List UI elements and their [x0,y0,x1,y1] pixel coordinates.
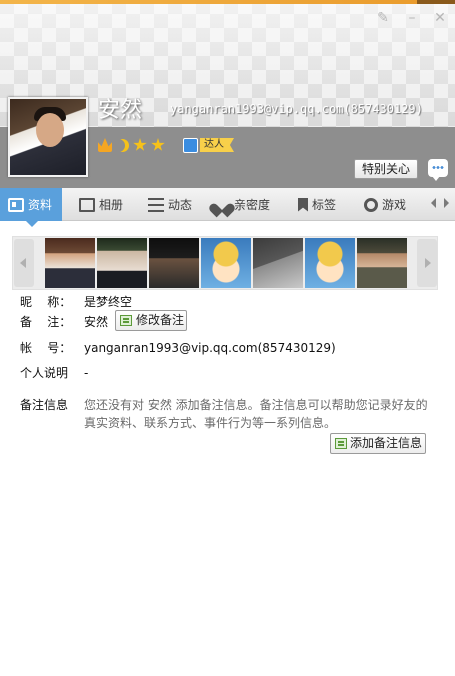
tab-label: 资料 [28,198,53,212]
tab-intimacy[interactable]: 亲密度 [214,188,270,221]
badge-tag: 达人 [200,138,234,152]
photo-next-button[interactable] [417,239,437,287]
bio-label: 个人说明 [20,366,69,380]
star-icon [133,138,147,151]
photo-thumb[interactable] [149,238,199,288]
photo-prev-button[interactable] [14,239,34,287]
badge-icon [183,137,198,153]
photo-strip [12,236,438,290]
remark-info-text: 您还没有对 安然 添加备注信息。备注信息可以帮助您记录好友的真实资料、联系方式、… [84,398,428,430]
tab-games[interactable]: 游戏 [364,188,406,221]
bio-value: - [84,366,89,380]
edit-remark-label: 修改备注 [136,313,185,327]
corner-decoration [417,0,455,4]
tab-label: 相册 [99,198,124,212]
photo-thumb[interactable] [357,238,407,288]
heart-icon [214,198,230,212]
add-remark-label: 添加备注信息 [350,436,423,450]
nickname-label: 昵 称： [20,295,72,309]
tab-profile[interactable]: 资料 [0,188,63,221]
avatar[interactable] [8,97,88,177]
level-icons[interactable] [98,137,165,153]
edit-icon [120,315,132,326]
add-remark-button[interactable]: 添加备注信息 [330,433,426,454]
close-icon[interactable]: ✕ [432,10,448,26]
tab-tags[interactable]: 标签 [298,188,336,221]
tab-album[interactable]: 相册 [79,188,123,221]
tab-label: 动态 [168,198,193,212]
star-icon [151,138,165,151]
photo-thumb[interactable] [45,238,95,288]
expert-badge[interactable]: 达人 [183,137,234,153]
top-accent-strip [0,0,455,4]
active-tab-pointer [26,221,38,227]
chat-bubble-icon[interactable] [428,159,448,181]
special-care-button[interactable]: 特别关心 [354,159,418,179]
tabs-scroll-right-icon[interactable] [444,198,449,208]
album-icon [79,197,95,212]
nickname-value: 是梦终空 [84,295,133,309]
tab-feed[interactable]: 动态 [148,188,192,221]
photo-thumb[interactable] [97,238,147,288]
display-name: 安然 [98,98,143,123]
edit-remark-button[interactable]: 修改备注 [115,310,187,331]
tab-label: 标签 [312,198,337,212]
tab-bar: 资料 相册 动态 亲密度 标签 游戏 [0,188,455,221]
account-value: yanganran1993@vip.qq.com(857430129) [84,341,336,355]
minimize-icon[interactable]: – [404,10,420,26]
game-icon [364,197,378,212]
skin-icon[interactable]: ✎ [375,10,391,26]
moon-icon [116,139,129,152]
tab-label: 亲密度 [234,198,271,212]
tabs-scroll-left-icon[interactable] [431,198,436,208]
remark-info-label: 备注信息 [20,398,69,412]
arrow-left-icon [20,258,26,268]
account-header-text: yanganran1993@vip.qq.com(857430129) [170,102,423,116]
profile-card-icon [8,197,24,212]
crown-icon [98,138,112,152]
arrow-right-icon [425,258,431,268]
feed-list-icon [148,197,164,212]
account-label: 帐 号： [20,341,72,355]
tab-label: 游戏 [382,198,407,212]
photo-thumb[interactable] [201,238,251,288]
add-note-icon [335,438,347,449]
remark-label: 备 注： [20,315,72,329]
photo-thumb[interactable] [253,238,303,288]
photo-thumb[interactable] [305,238,355,288]
remark-value: 安然 [84,315,109,329]
bookmark-icon [298,197,308,212]
